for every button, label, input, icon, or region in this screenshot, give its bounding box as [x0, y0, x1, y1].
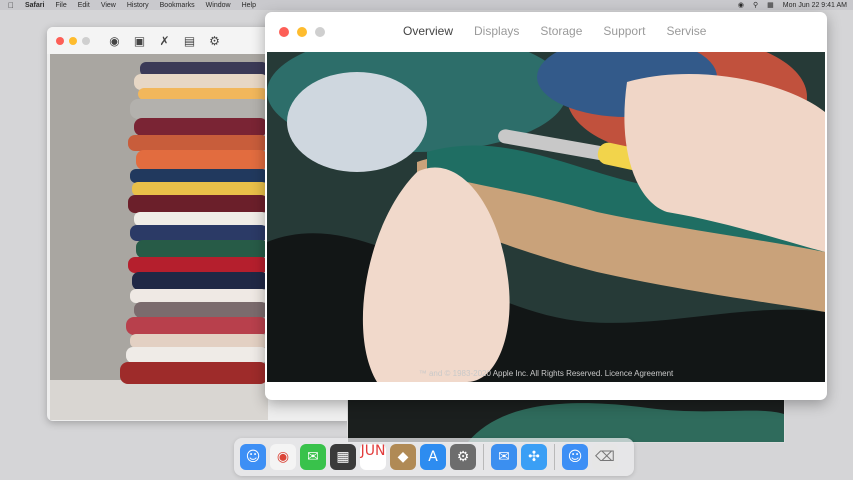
minimize-button[interactable] — [69, 36, 77, 45]
calculator-icon[interactable]: ▦ — [330, 444, 356, 470]
settings-icon[interactable]: ⚙ — [207, 33, 222, 48]
menu-window[interactable]: Window — [206, 2, 231, 9]
minimize-button[interactable] — [297, 27, 307, 37]
messages-icon[interactable]: ✉ — [300, 444, 326, 470]
close-button[interactable] — [279, 27, 289, 37]
clothes-stack-image — [50, 54, 268, 420]
zoom-button[interactable] — [315, 27, 325, 37]
tab-support[interactable]: Support — [603, 24, 645, 38]
close-button[interactable] — [56, 36, 64, 45]
dock-separator — [554, 444, 555, 470]
menu-bookmarks[interactable]: Bookmarks — [160, 2, 195, 9]
notes-icon[interactable]: ◆ — [390, 444, 416, 470]
calendar-day: 29 — [365, 457, 381, 472]
menu-app-name[interactable]: Safari — [25, 2, 44, 9]
tab-displays[interactable]: Displays — [474, 24, 519, 38]
wifi-icon[interactable]: ◉ — [738, 1, 744, 9]
apple-icon[interactable]:  — [8, 1, 14, 10]
copyright-footer: ™ and © 1983-2020 Apple Inc. All Rights … — [418, 369, 674, 378]
system-preferences-icon[interactable]: ⚙ — [450, 444, 476, 470]
tab-overview[interactable]: Overview — [403, 24, 453, 38]
menu-help[interactable]: Help — [242, 2, 256, 9]
finder-folder-icon[interactable]: ☺ — [562, 444, 588, 470]
calendar-icon[interactable]: JUN 29 — [360, 443, 386, 472]
background-video-strip — [347, 395, 785, 443]
tab-servise[interactable]: Servise — [666, 24, 706, 38]
menu-history[interactable]: History — [127, 2, 149, 9]
menu-view[interactable]: View — [101, 2, 116, 9]
menu-bar:  Safari File Edit View History Bookmark… — [0, 0, 853, 10]
dock-separator — [483, 444, 484, 470]
control-center-icon[interactable]: ▦ — [767, 1, 774, 9]
crochet-photo: ™ and © 1983-2020 Apple Inc. All Rights … — [267, 52, 825, 382]
main-window: Overview Displays Storage Support Servis… — [265, 12, 827, 400]
search-icon[interactable]: ⚲ — [753, 1, 758, 9]
main-window-titlebar: Overview Displays Storage Support Servis… — [265, 12, 827, 52]
tab-storage[interactable]: Storage — [540, 24, 582, 38]
chrome-icon[interactable]: ◉ — [270, 444, 296, 470]
menu-edit[interactable]: Edit — [78, 2, 90, 9]
trash-icon[interactable]: ⌫ — [592, 444, 618, 470]
clock[interactable]: Mon Jun 22 9:41 AM — [783, 2, 847, 9]
zoom-button[interactable] — [82, 36, 90, 45]
terminal-icon[interactable]: ▤ — [182, 33, 197, 48]
app-store-icon[interactable]: A — [420, 444, 446, 470]
dock: ☺ ◉ ✉ ▦ JUN 29 ◆ A ⚙ ✉ ✣ ☺ ⌫ — [234, 438, 634, 476]
safari-icon[interactable]: ✣ — [521, 444, 547, 470]
menu-file[interactable]: File — [55, 2, 66, 9]
record-icon[interactable]: ◉ — [107, 33, 122, 48]
screenshot-icon[interactable]: ▣ — [132, 33, 147, 48]
tab-bar: Overview Displays Storage Support Servis… — [403, 24, 706, 38]
mail-icon[interactable]: ✉ — [491, 444, 517, 470]
finder-icon[interactable]: ☺ — [240, 444, 266, 470]
tools-icon[interactable]: ✗ — [157, 33, 172, 48]
